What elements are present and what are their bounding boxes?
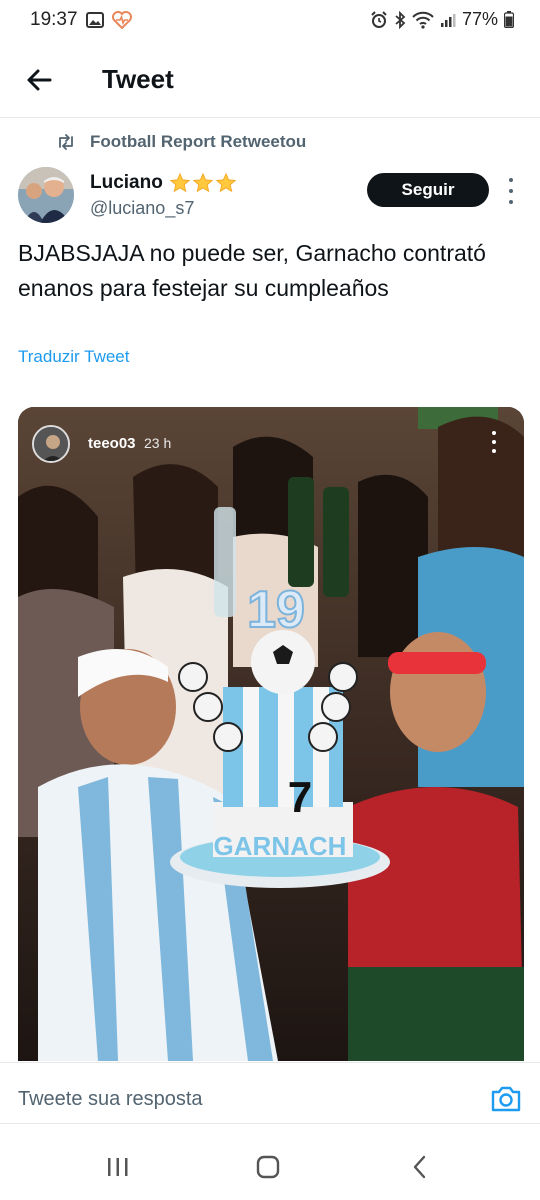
back-icon[interactable]	[400, 1152, 440, 1182]
star-icon	[192, 172, 214, 193]
health-icon	[112, 11, 132, 29]
retweet-indicator[interactable]: Football Report Retweetou	[56, 132, 306, 152]
battery-percent: 77%	[461, 9, 498, 29]
image-icon	[86, 12, 104, 28]
recents-icon[interactable]	[98, 1152, 138, 1182]
story-time: 23 h	[144, 435, 172, 451]
signal-icon	[440, 12, 456, 28]
home-icon[interactable]	[248, 1152, 288, 1182]
retweet-label: Football Report Retweetou	[90, 132, 307, 151]
back-button[interactable]	[20, 62, 60, 98]
candle-number: 19	[247, 581, 305, 639]
more-options-icon[interactable]	[504, 178, 518, 204]
alarm-icon	[370, 10, 388, 29]
author-name-text: Luciano	[90, 172, 163, 193]
system-nav-bar	[0, 1124, 540, 1200]
avatar[interactable]	[18, 167, 74, 223]
wifi-icon	[412, 11, 434, 29]
status-bar: 19:37 77%	[0, 0, 540, 40]
story-username: teeo03	[88, 435, 136, 452]
tweet-media-image[interactable]: 7 GARNACH 19 teeo03 23 h	[18, 407, 524, 1061]
cake-number: 7	[288, 773, 312, 822]
translate-tweet-link[interactable]: Traduzir Tweet	[18, 347, 130, 367]
cake-text: GARNACH	[214, 831, 347, 861]
story-more-icon	[490, 431, 498, 453]
party-photo: 7 GARNACH 19	[18, 407, 524, 1061]
follow-button[interactable]: Seguir	[367, 173, 489, 207]
star-icon	[169, 172, 191, 193]
reply-input[interactable]: Tweete sua resposta	[18, 1088, 203, 1111]
camera-icon[interactable]	[490, 1085, 522, 1113]
top-app-bar: Tweet	[0, 40, 540, 118]
status-time: 19:37	[30, 9, 78, 30]
page-title: Tweet	[102, 64, 174, 94]
story-avatar	[32, 425, 70, 463]
tweet-text: BJABSJAJA no puede ser, Garnacho contrat…	[18, 240, 486, 301]
reply-bar[interactable]: Tweete sua resposta	[0, 1062, 540, 1124]
retweet-icon	[56, 134, 76, 150]
author-handle[interactable]: @luciano_s7	[90, 198, 194, 219]
star-icon	[215, 172, 237, 193]
arrow-left-icon	[27, 69, 52, 91]
bluetooth-icon	[394, 10, 406, 29]
battery-icon	[504, 11, 514, 28]
star-emoji-group	[169, 172, 237, 194]
author-name[interactable]: Luciano	[90, 172, 237, 194]
